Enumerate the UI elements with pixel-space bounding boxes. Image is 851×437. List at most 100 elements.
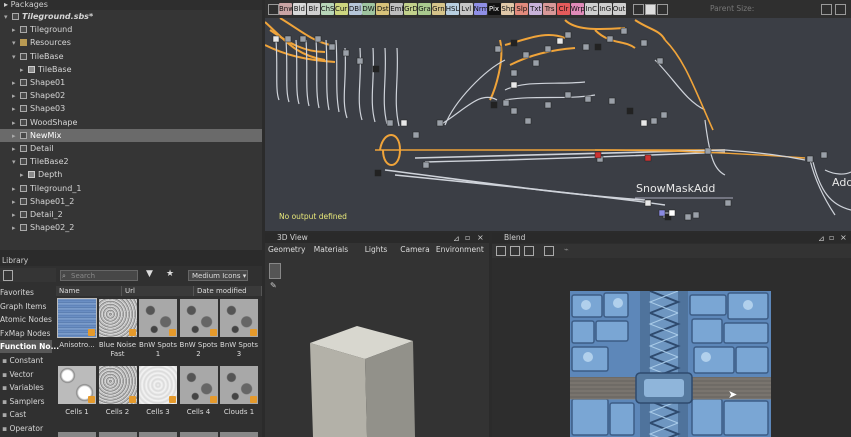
library-category[interactable]: ▪ Cast xyxy=(0,408,54,421)
save-icon[interactable] xyxy=(524,246,534,256)
pin-icon[interactable]: ⊿ xyxy=(818,234,825,243)
atomic-node-button[interactable]: Slp xyxy=(515,3,529,15)
tree-item[interactable]: ▸ Tileground_1 xyxy=(0,182,262,195)
tile-icon[interactable] xyxy=(496,246,506,256)
expand-arrow-icon[interactable]: ▸ xyxy=(12,183,20,196)
expand-arrow-icon[interactable]: ▸ xyxy=(20,169,28,182)
expand-arrow-icon[interactable]: ▸ xyxy=(20,64,28,77)
uv-icon[interactable]: ⌁ xyxy=(564,245,569,254)
frame-icon[interactable] xyxy=(633,4,644,15)
expand-arrow-icon[interactable]: ▸ xyxy=(12,90,20,103)
library-item-thumbnail[interactable] xyxy=(179,432,218,437)
tree-item[interactable]: ▸ NewMix xyxy=(0,128,262,143)
atomic-node-button[interactable]: Trs xyxy=(543,3,557,15)
library-category[interactable]: Favorites xyxy=(0,286,52,299)
library-item-thumbnail[interactable] xyxy=(98,366,137,404)
new-folder-icon[interactable] xyxy=(3,270,13,281)
close-icon[interactable]: × xyxy=(840,233,847,242)
channels-icon[interactable] xyxy=(510,246,520,256)
atomic-node-button[interactable]: HSL xyxy=(445,3,459,15)
tree-item[interactable]: ▾ TileBase2 xyxy=(0,155,262,168)
tree-item[interactable]: ▾ TileBase xyxy=(0,50,262,63)
favorite-star-icon[interactable]: ★ xyxy=(166,269,174,279)
library-search-input[interactable]: Search xyxy=(60,270,138,281)
atomic-node-button[interactable]: InC xyxy=(584,3,598,15)
maximize-icon[interactable]: ▫ xyxy=(829,233,834,242)
library-item-thumbnail[interactable] xyxy=(58,432,96,437)
atomic-node-button[interactable]: GrD xyxy=(404,3,418,15)
atomic-node-button[interactable]: InG xyxy=(598,3,612,15)
expand-arrow-icon[interactable]: ▸ xyxy=(12,77,20,90)
atomic-node-button[interactable]: DWr xyxy=(362,3,377,15)
3d-viewport[interactable] xyxy=(265,233,489,437)
tree-item[interactable]: ▸ Shape01_2 xyxy=(0,195,262,208)
library-category[interactable]: Atomic Nodes xyxy=(0,313,52,326)
tree-item[interactable]: ▾ Tileground.sbs* xyxy=(0,10,262,23)
column-date-modified[interactable]: Date modified xyxy=(194,286,262,296)
library-item-thumbnail[interactable] xyxy=(139,366,177,404)
graph-view[interactable]: Bnw Bld Blr ChS Cur DBl DWr Dst Emb GrD Gra Grn HSL L… xyxy=(265,0,851,231)
atomic-node-button[interactable]: Blr xyxy=(306,3,320,15)
library-item-thumbnail[interactable] xyxy=(179,366,218,404)
tree-item[interactable]: ▸ Detail_2 xyxy=(0,208,262,221)
graph-close-icon[interactable] xyxy=(835,4,846,15)
display-icon[interactable] xyxy=(544,246,554,256)
atomic-node-button[interactable]: Lvl xyxy=(459,3,473,15)
library-category[interactable]: ▪ Vector xyxy=(0,368,54,381)
library-category[interactable]: ▪ Samplers xyxy=(0,395,54,408)
library-item-thumbnail[interactable] xyxy=(179,299,218,337)
library-category[interactable]: FxMap Nodes xyxy=(0,327,52,340)
tree-item[interactable]: ▸ Detail xyxy=(0,142,262,155)
column-name[interactable]: Name xyxy=(56,286,122,296)
filter-icon[interactable]: ▼ xyxy=(146,269,153,279)
atomic-node-button[interactable]: Nrm xyxy=(473,3,488,15)
comment-icon[interactable] xyxy=(645,4,656,15)
expand-arrow-icon[interactable]: ▸ xyxy=(12,117,20,130)
library-item-thumbnail[interactable] xyxy=(220,366,258,404)
column-url[interactable]: Url xyxy=(122,286,194,296)
atomic-node-button[interactable]: DBl xyxy=(348,3,362,15)
tree-item[interactable]: ▸ WoodShape xyxy=(0,116,262,129)
expand-arrow-icon[interactable]: ▸ xyxy=(12,143,20,156)
library-item-thumbnail[interactable] xyxy=(57,298,97,338)
expand-arrow-icon[interactable]: ▸ xyxy=(12,130,20,143)
node-label-add[interactable]: Add xyxy=(832,176,851,189)
tree-item[interactable]: ▸ Shape01 xyxy=(0,76,262,89)
expand-arrow-icon[interactable]: ▾ xyxy=(12,156,20,169)
atomic-node-button[interactable]: Bld xyxy=(292,3,306,15)
atomic-node-button[interactable]: ChS xyxy=(320,3,334,15)
tree-item[interactable]: ▸ Shape02 xyxy=(0,89,262,102)
graph-options-icon[interactable] xyxy=(821,4,832,15)
atomic-node-button[interactable]: Bnw xyxy=(279,3,294,15)
library-category[interactable]: ▪ Constant xyxy=(0,354,54,367)
tree-item[interactable]: ▸ Shape02_2 xyxy=(0,221,262,234)
expand-arrow-icon[interactable]: ▸ xyxy=(12,209,20,222)
atomic-node-button[interactable]: Wrp xyxy=(570,3,585,15)
library-item-thumbnail[interactable] xyxy=(139,299,177,337)
atomic-node-button[interactable]: Gra xyxy=(418,3,431,15)
library-item-thumbnail[interactable] xyxy=(98,299,137,337)
tree-item[interactable]: ▸ Tileground xyxy=(0,23,262,36)
library-item-thumbnail[interactable] xyxy=(220,299,258,337)
expand-arrow-icon[interactable]: ▸ xyxy=(12,103,20,116)
graph-menu-icon[interactable] xyxy=(268,4,279,15)
atomic-node-button[interactable]: Cur xyxy=(334,3,348,15)
expand-arrow-icon[interactable]: ▸ xyxy=(12,24,20,37)
library-item-thumbnail[interactable] xyxy=(98,432,137,437)
library-item-thumbnail[interactable] xyxy=(139,432,177,437)
atomic-node-button[interactable]: Txt xyxy=(529,3,543,15)
pin-icon[interactable] xyxy=(657,4,668,15)
library-category[interactable]: Graph Items xyxy=(0,300,52,313)
library-view-mode-select[interactable]: Medium Icons ▾ xyxy=(188,270,248,281)
node-label-snowmaskadd[interactable]: SnowMaskAdd xyxy=(636,182,715,195)
atomic-node-button[interactable]: Dst xyxy=(376,3,390,15)
library-category[interactable]: ▪ Operator xyxy=(0,422,54,435)
expand-arrow-icon[interactable]: ▾ xyxy=(12,51,20,64)
expand-arrow-icon[interactable]: ▾ xyxy=(12,37,20,50)
atomic-node-button[interactable]: Emb xyxy=(390,3,406,15)
tree-item[interactable]: ▸ Shape03 xyxy=(0,102,262,115)
atomic-node-button[interactable]: Shp xyxy=(501,3,515,15)
graph-canvas[interactable] xyxy=(265,0,851,231)
texture-preview[interactable] xyxy=(570,291,771,437)
expand-arrow-icon[interactable]: ▸ xyxy=(12,196,20,209)
